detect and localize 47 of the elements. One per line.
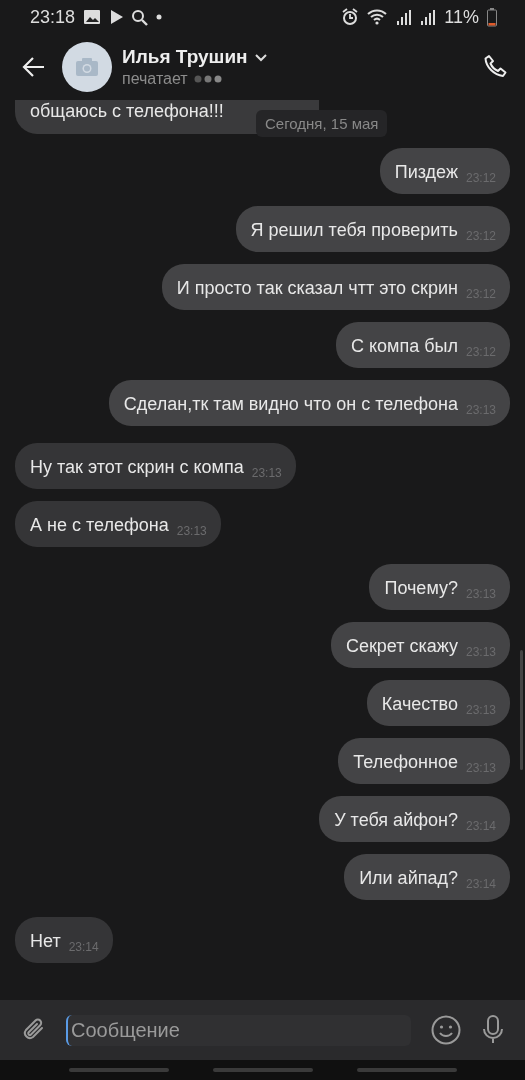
message-text: И просто так сказал чтт это скрин [176,277,458,299]
typing-status: печатает [122,70,188,88]
message-text: общаюсь с телефона!!! [30,101,224,121]
message-text: Секрет скажу [345,635,458,657]
smiley-icon [431,1015,461,1045]
battery-icon [487,7,497,27]
phone-icon [483,54,509,80]
message-input[interactable]: Сообщение [66,1014,411,1046]
signal-icon [396,8,413,26]
back-arrow-icon [22,55,46,79]
message-text: Почему? [384,577,458,599]
dot-icon [156,14,163,20]
attach-button[interactable] [22,1018,46,1042]
paperclip-icon [22,1018,46,1042]
message-text: Качество [381,693,458,715]
nav-bar-handle[interactable] [68,1068,169,1072]
emoji-button[interactable] [431,1015,461,1045]
play-icon [109,8,124,26]
microphone-button[interactable] [481,1015,505,1045]
message-text: Пиздеж [394,161,458,183]
message-text: У тебя айфон? [334,809,458,831]
back-button[interactable] [22,55,46,79]
battery-percent: 11% [444,6,479,28]
chevron-down-icon [253,52,268,62]
signal-icon [420,8,437,26]
typing-dots-icon [193,74,222,84]
nav-bar-handle[interactable] [212,1068,313,1072]
message-text: Нет [30,930,61,952]
avatar[interactable] [62,42,112,92]
call-button[interactable] [483,54,509,80]
message-text: Ну так этот скрин с компа [30,456,244,478]
search-icon [131,8,149,26]
date-label: Сегодня, 15 мая [256,110,388,137]
message-text: Или айпад? [359,867,458,889]
clock: 23:18 [30,6,76,28]
message-text: Телефонное [353,751,458,773]
message-text: С компа был [351,335,458,357]
gallery-icon [83,8,102,26]
message-text: Я решил тебя проверить [250,219,458,241]
nav-bar-handle[interactable] [356,1068,457,1072]
wifi-icon [367,8,389,26]
microphone-icon [481,1015,505,1045]
message-text: Сделан,тк там видно что он с телефона [123,393,458,415]
camera-icon [75,57,99,77]
contact-name[interactable]: Илья Трушин [122,46,248,68]
alarm-icon [341,8,360,26]
message-text: А не с телефона [30,514,169,536]
